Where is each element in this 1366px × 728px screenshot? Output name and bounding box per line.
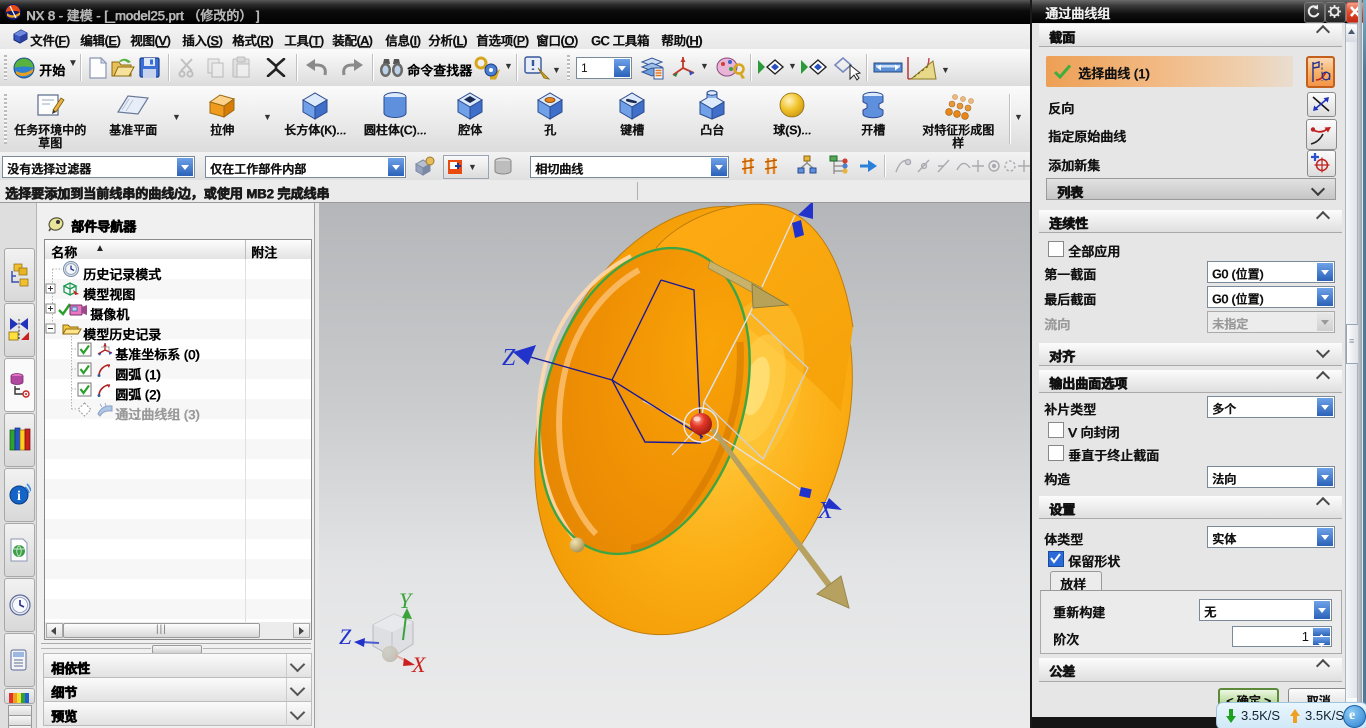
svg-text:X: X [817, 498, 834, 524]
svg-text:i: i [17, 489, 21, 504]
svg-text:X: X [411, 652, 427, 677]
svg-text:Z: Z [339, 624, 352, 649]
svg-text:Y: Y [399, 588, 414, 613]
svg-text:Z: Z [502, 345, 516, 371]
